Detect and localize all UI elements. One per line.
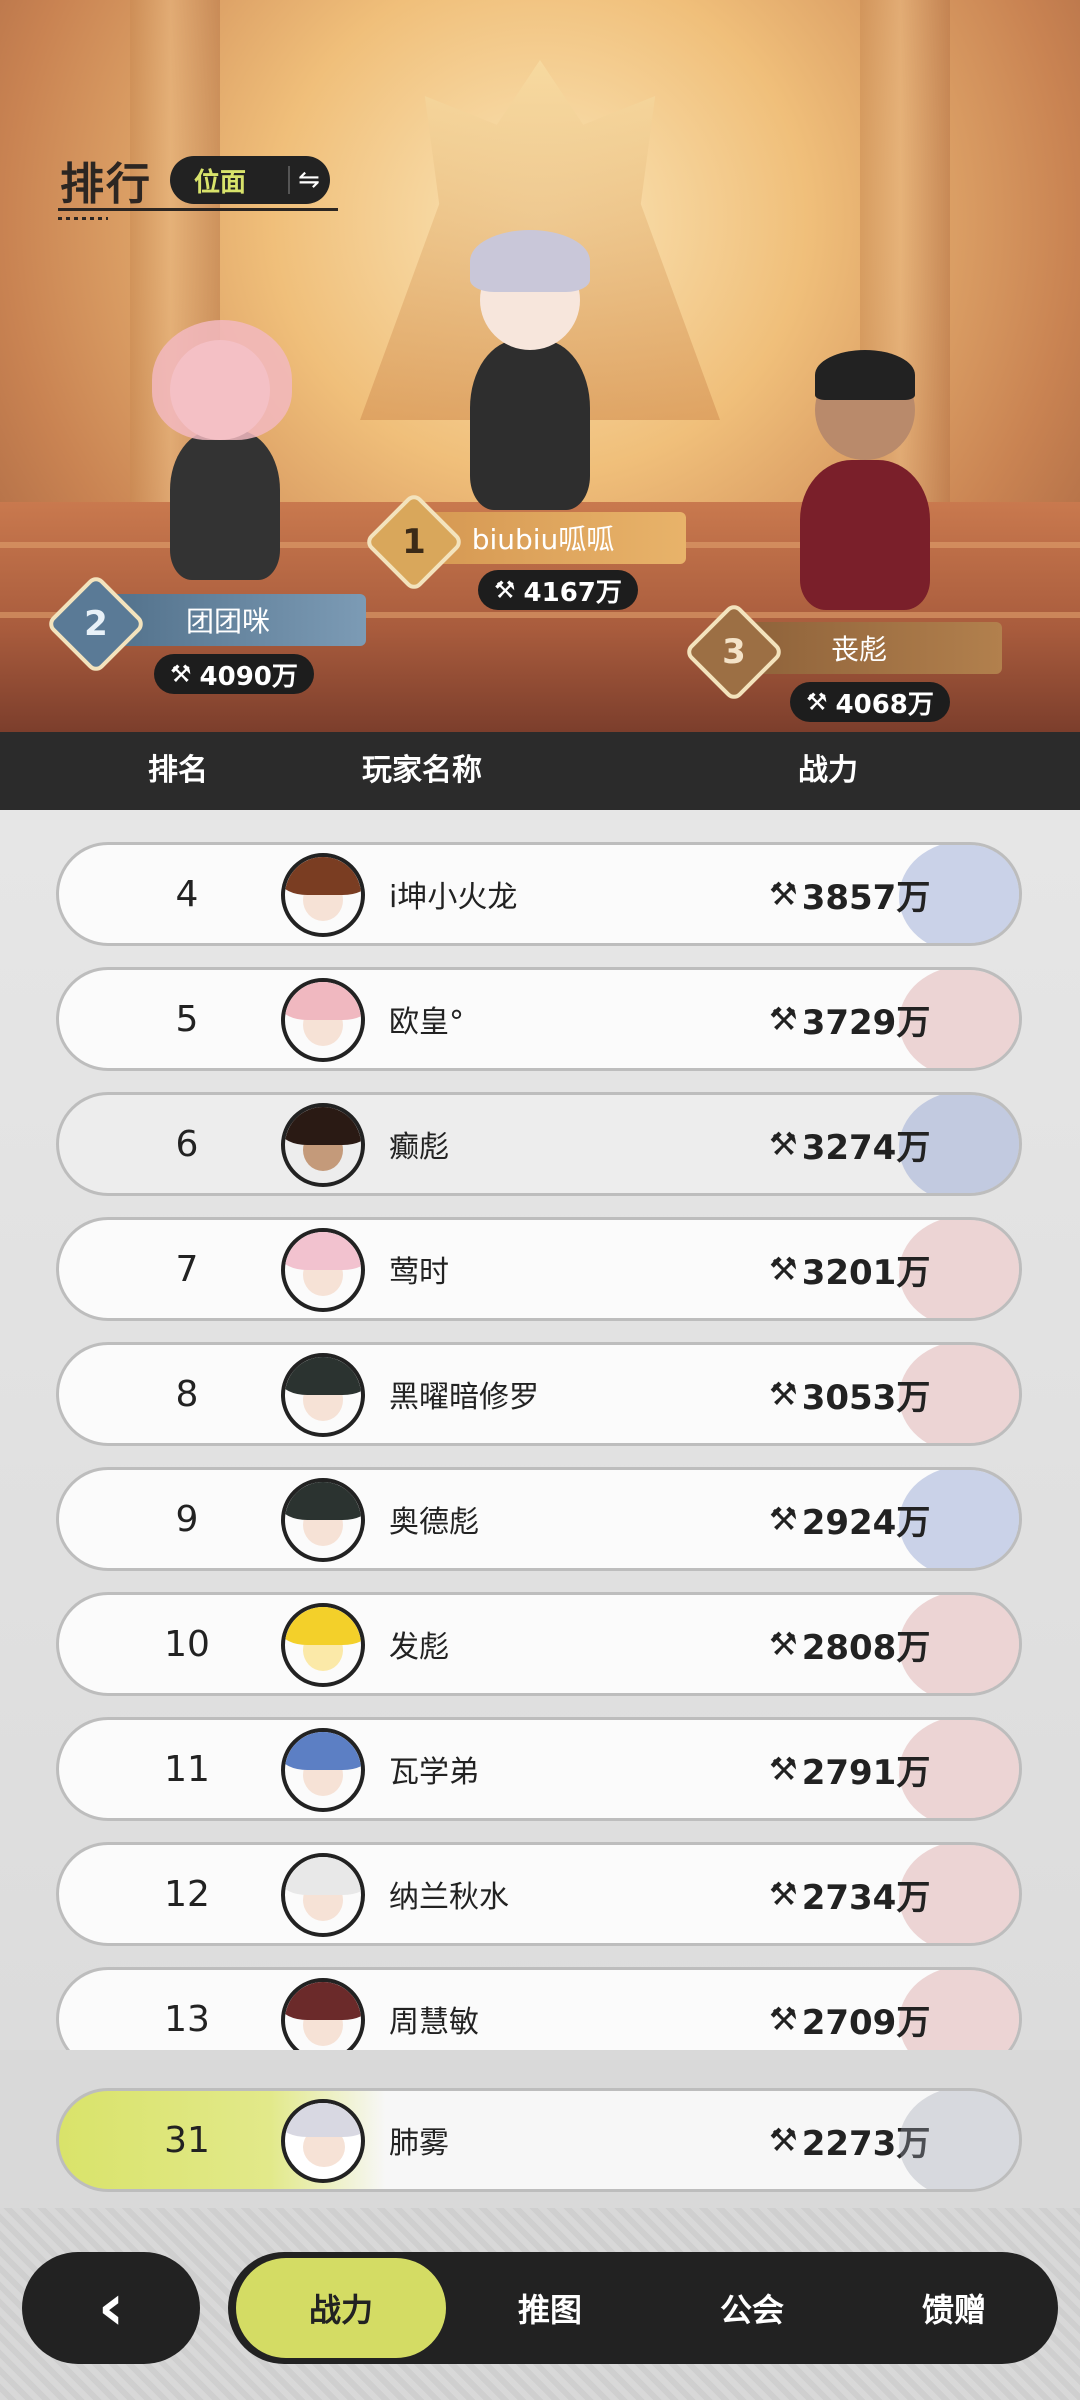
third-place-power: ⚒ 4068万 — [790, 682, 950, 722]
player-name: 周慧敏 — [389, 2005, 479, 2040]
bottom-tab-bar: 战力 推图 公会 馈赠 — [228, 2252, 1058, 2364]
player-name: 莺时 — [389, 1255, 449, 1290]
avatar[interactable] — [281, 1478, 365, 1562]
avatar[interactable] — [281, 1603, 365, 1687]
table-row[interactable]: 8 黑曜暗修罗 ⚒ 3053万 — [56, 1342, 1022, 1446]
player-power: ⚒ 2924万 — [769, 1500, 931, 1543]
my-player-name: 肺雾 — [389, 2126, 449, 2161]
avatar[interactable] — [281, 853, 365, 937]
swap-icon: ⇋ — [298, 165, 320, 195]
faction-emblem-icon — [899, 2091, 1019, 2189]
power-icon: ⚒ — [769, 1375, 798, 1413]
table-header: 排名 玩家名称 战力 — [0, 732, 1080, 810]
player-power: ⚒ 2709万 — [769, 2000, 931, 2043]
player-power: ⚒ 3857万 — [769, 875, 931, 918]
power-icon: ⚒ — [769, 1875, 798, 1913]
player-power: ⚒ 3729万 — [769, 1000, 931, 1043]
power-icon: ⚒ — [769, 1625, 798, 1663]
avatar[interactable] — [281, 978, 365, 1062]
player-power: ⚒ 2808万 — [769, 1625, 931, 1668]
third-place-character[interactable] — [770, 350, 960, 620]
player-power: ⚒ 3274万 — [769, 1125, 931, 1168]
title-dots — [58, 217, 108, 220]
table-row[interactable]: 7 莺时 ⚒ 3201万 — [56, 1217, 1022, 1321]
table-row[interactable]: 4 i坤小火龙 ⚒ 3857万 — [56, 842, 1022, 946]
player-name: 纳兰秋水 — [389, 1880, 509, 1915]
avatar[interactable] — [281, 1728, 365, 1812]
podium-section: 排行 位面 ⇋ biubiu呱呱 1 ⚒ 4167万 团团咪 2 ⚒ 4090万 — [0, 0, 1080, 732]
player-power: ⚒ 3053万 — [769, 1375, 931, 1418]
page-title: 排行 — [60, 159, 152, 210]
tab-gift[interactable]: 馈赠 — [856, 2252, 1052, 2364]
avatar[interactable] — [281, 1228, 365, 1312]
tab-power[interactable]: 战力 — [236, 2258, 446, 2358]
table-row[interactable]: 12 纳兰秋水 ⚒ 2734万 — [56, 1842, 1022, 1946]
my-rank: 31 — [164, 2119, 210, 2161]
second-place-power: ⚒ 4090万 — [154, 654, 314, 694]
column-power: 战力 — [798, 753, 858, 788]
player-power: ⚒ 3201万 — [769, 1250, 931, 1293]
avatar[interactable] — [281, 1103, 365, 1187]
power-icon: ⚒ — [769, 2000, 798, 2038]
first-place-character[interactable] — [430, 230, 630, 520]
table-row[interactable]: 10 发彪 ⚒ 2808万 — [56, 1592, 1022, 1696]
power-icon: ⚒ — [806, 688, 828, 716]
my-rank-row[interactable]: 31 肺雾 ⚒ 2273万 — [56, 2088, 1022, 2192]
plane-label: 位面 — [194, 167, 247, 198]
table-row[interactable]: 5 欧皇° ⚒ 3729万 — [56, 967, 1022, 1071]
table-row[interactable]: 13 周慧敏 ⚒ 2709万 — [56, 1967, 1022, 2050]
back-button[interactable]: ‹ — [22, 2252, 200, 2364]
column-player: 玩家名称 — [362, 753, 482, 788]
avatar[interactable] — [281, 1853, 365, 1937]
plane-toggle-button[interactable]: 位面 ⇋ — [170, 156, 330, 204]
ranking-list[interactable]: 4 i坤小火龙 ⚒ 3857万 5 欧皇° ⚒ 3729万 6 癫彪 ⚒ 3274万 … — [0, 810, 1080, 2050]
power-icon: ⚒ — [769, 2121, 798, 2159]
column-rank: 排名 — [148, 753, 208, 788]
table-row[interactable]: 11 瓦学弟 ⚒ 2791万 — [56, 1717, 1022, 1821]
tab-guild[interactable]: 公会 — [654, 2252, 850, 2364]
power-icon: ⚒ — [769, 1125, 798, 1163]
power-icon: ⚒ — [769, 1000, 798, 1038]
player-power: ⚒ 2734万 — [769, 1875, 931, 1918]
power-icon: ⚒ — [769, 1750, 798, 1788]
power-icon: ⚒ — [170, 660, 192, 688]
avatar[interactable] — [281, 2099, 365, 2183]
chevron-left-icon: ‹ — [97, 2271, 125, 2345]
power-icon: ⚒ — [769, 1250, 798, 1288]
title-underline — [58, 208, 338, 211]
player-name: 奥德彪 — [389, 1505, 479, 1540]
avatar[interactable] — [281, 1353, 365, 1437]
player-power: ⚒ 2791万 — [769, 1750, 931, 1793]
player-name: i坤小火龙 — [389, 880, 518, 915]
player-name: 瓦学弟 — [389, 1755, 479, 1790]
player-name: 黑曜暗修罗 — [389, 1380, 539, 1415]
first-place-power: ⚒ 4167万 — [478, 570, 638, 610]
power-icon: ⚒ — [769, 1500, 798, 1538]
table-row[interactable]: 6 癫彪 ⚒ 3274万 — [56, 1092, 1022, 1196]
tab-stage[interactable]: 推图 — [452, 2252, 648, 2364]
second-place-character[interactable] — [130, 320, 310, 590]
power-icon: ⚒ — [494, 576, 516, 604]
player-name: 发彪 — [389, 1630, 449, 1665]
player-name: 癫彪 — [389, 1130, 449, 1165]
table-row[interactable]: 9 奥德彪 ⚒ 2924万 — [56, 1467, 1022, 1571]
player-name: 欧皇° — [389, 1005, 464, 1040]
avatar[interactable] — [281, 1978, 365, 2050]
power-icon: ⚒ — [769, 875, 798, 913]
